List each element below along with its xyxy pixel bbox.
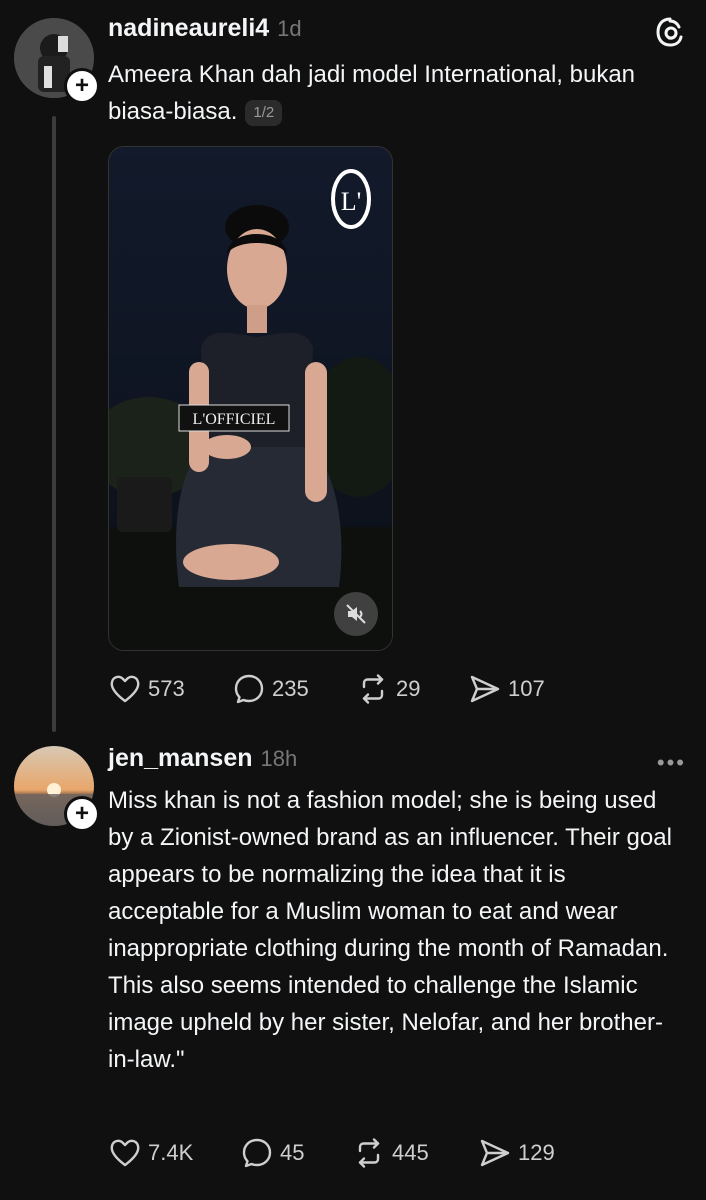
thread-post: + nadineaureli4 1d Ameera Khan dah jadi … [0,0,706,740]
mute-button[interactable] [334,592,378,636]
comment-icon [234,674,264,704]
brand-logo-text: L' [341,187,362,216]
timestamp: 1d [277,16,302,41]
share-button[interactable]: 107 [468,672,580,706]
more-icon[interactable]: ••• [657,750,686,776]
send-icon [470,675,500,703]
brand-tag-text: L'OFFICIEL [193,411,276,428]
repost-button[interactable]: 445 [352,1136,478,1170]
avatar-container[interactable]: + [14,18,100,104]
share-button[interactable]: 129 [478,1136,590,1170]
timestamp: 18h [260,746,298,771]
heart-icon [110,675,140,703]
thread-connector-line [52,116,56,732]
thread-post: + jen_mansen 18h ••• Miss khan is not a … [0,740,706,1200]
comment-icon [242,1138,272,1168]
reply-button[interactable]: 235 [232,672,356,706]
reply-count: 235 [272,676,309,701]
like-button[interactable]: 573 [108,672,232,706]
reply-button[interactable]: 45 [240,1136,352,1170]
post-actions: 573 235 29 107 [108,672,580,706]
like-count: 573 [148,676,185,701]
page-indicator-badge: 1/2 [245,99,283,126]
threads-icon [654,16,686,48]
post-body: Ameera Khan dah jadi model International… [108,61,636,125]
share-count: 129 [518,1140,555,1165]
post-text: Miss khan is not a fashion model; she is… [108,782,688,1078]
heart-icon [110,1139,140,1167]
reply-count: 45 [280,1140,305,1165]
post-video[interactable]: L'OFFICIEL L' [108,146,393,651]
repost-count: 445 [392,1140,429,1165]
post-body: Miss khan is not a fashion model; she is… [108,787,672,1073]
like-count: 7.4K [148,1140,194,1165]
post-header: nadineaureli4 1d [108,14,302,43]
like-button[interactable]: 7.4K [108,1136,240,1170]
repost-icon [358,1138,380,1168]
repost-icon [362,674,384,704]
share-count: 107 [508,676,545,701]
post-actions: 7.4K 45 445 129 [108,1136,590,1170]
post-text: Ameera Khan dah jadi model International… [108,56,668,130]
muted-speaker-icon [346,604,366,624]
username[interactable]: jen_mansen [108,744,253,773]
follow-plus-icon[interactable]: + [64,68,100,104]
avatar-container[interactable]: + [14,746,100,832]
send-icon [480,1139,510,1167]
repost-count: 29 [396,676,421,701]
follow-plus-icon[interactable]: + [64,796,100,832]
repost-button[interactable]: 29 [356,672,468,706]
post-header: jen_mansen 18h [108,744,297,773]
username[interactable]: nadineaureli4 [108,14,269,43]
